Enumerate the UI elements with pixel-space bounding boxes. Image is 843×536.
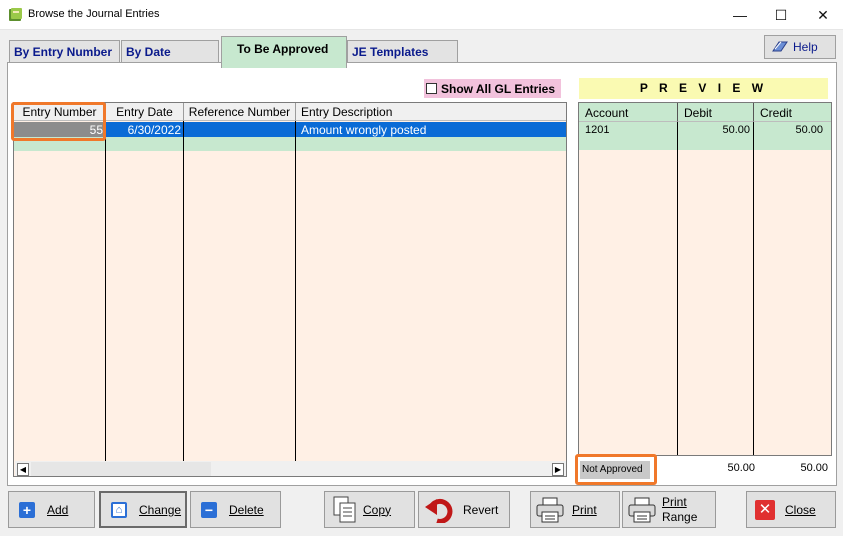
tab-to-be-approved[interactable]: To Be Approved [221,36,347,68]
column-divider [677,122,678,455]
print-button[interactable]: Print [530,491,620,528]
copy-label: Copy [363,502,392,517]
plus-icon: + [19,501,35,518]
help-label: Help [793,40,818,54]
horizontal-scrollbar[interactable]: ◀ ▶ [15,461,566,476]
checkbox-box[interactable] [426,83,437,94]
entries-grid[interactable]: Entry Number Entry Date Reference Number… [13,102,567,477]
title-bar: Browse the Journal Entries — ☐ ✕ [0,0,843,30]
print-range-line-1: Print [662,494,687,509]
col-header-entry-date[interactable]: Entry Date [106,103,184,121]
change-label: Change [139,502,182,517]
cell-reference-number[interactable] [184,122,296,137]
tab-by-date[interactable]: By Date [121,40,219,62]
close-label: Close [785,502,816,517]
add-label: Add [47,502,69,517]
printer-range-icon [628,497,656,522]
scroll-right-icon[interactable]: ▶ [552,463,564,476]
help-button[interactable]: Help [764,35,836,59]
revert-button[interactable]: Revert [418,491,510,528]
delete-label: Delete [229,502,264,517]
scrollbar-thumb[interactable] [31,462,211,476]
preview-header-debit: Debit [678,103,754,122]
window-title: Browse the Journal Entries [28,8,160,20]
column-divider [753,122,754,455]
window-close-button[interactable]: ✕ [800,0,843,30]
preview-title: P R E V I E W [579,78,828,99]
help-book-icon [772,41,788,52]
total-debit: 50.00 [727,462,755,474]
app-book-icon [9,8,22,21]
scroll-left-icon[interactable]: ◀ [17,463,29,476]
preview-header-credit: Credit [754,103,831,122]
print-label: Print [572,502,597,517]
cell-entry-date[interactable]: 6/30/2022 [106,122,184,137]
total-credit: 50.00 [800,462,828,474]
close-button[interactable]: ✕ Close [746,491,836,528]
tab-je-templates[interactable]: JE Templates [347,40,458,62]
column-divider [183,121,184,461]
show-all-gl-entries-checkbox[interactable]: Show All GL Entries [424,79,561,98]
add-button[interactable]: + Add [8,491,95,528]
preview-cell-account: 1201 [585,124,610,136]
col-header-entry-description[interactable]: Entry Description [296,103,566,121]
change-icon: ⌂ [111,501,127,518]
revert-arrow-icon [425,498,453,523]
preview-cell-debit: 50.00 [722,124,750,136]
change-button[interactable]: ⌂ Change [99,491,187,528]
column-divider [295,121,296,461]
entry-number-highlight [11,102,106,141]
delete-button[interactable]: − Delete [190,491,281,528]
copy-icon [333,496,356,522]
minimize-button[interactable]: — [717,0,763,30]
print-range-button[interactable]: Print Range [622,491,716,528]
preview-header-account: Account [579,103,678,122]
minus-icon: − [201,501,217,518]
preview-cell-credit: 50.00 [795,124,823,136]
print-range-line-2: Range [662,509,698,524]
print-range-label: Print Range [662,495,697,525]
revert-label: Revert [463,502,499,517]
preview-grid: Account Debit Credit 1201 50.00 50.00 [578,102,832,456]
col-header-reference-number[interactable]: Reference Number [184,103,296,121]
maximize-button[interactable]: ☐ [758,0,804,30]
column-divider [105,121,106,461]
copy-button[interactable]: Copy [324,491,415,528]
close-icon: ✕ [755,499,775,520]
printer-icon [536,497,564,522]
status-highlight [575,454,657,485]
cell-entry-description[interactable]: Amount wrongly posted [296,122,566,137]
tab-by-entry-number[interactable]: By Entry Number [9,40,120,62]
show-all-label: Show All GL Entries [441,81,556,96]
